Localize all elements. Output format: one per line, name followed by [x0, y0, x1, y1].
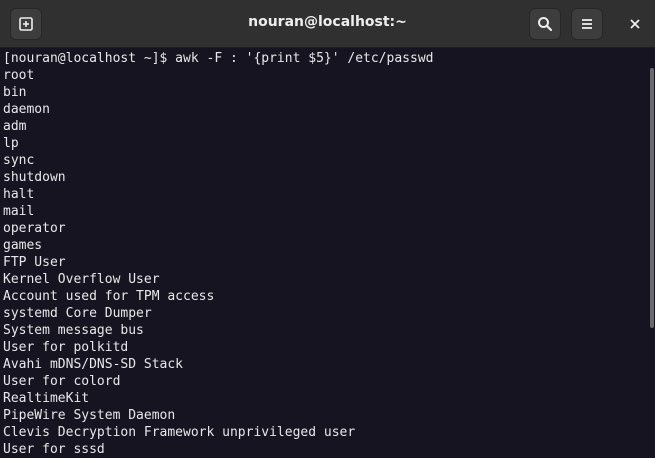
scrollbar[interactable] [647, 48, 655, 458]
output-line: sync [3, 153, 35, 168]
output-line: Account used for TPM access [3, 289, 215, 304]
search-button[interactable] [529, 8, 561, 40]
title-bar: nouran@localhost:~ [0, 0, 655, 48]
close-icon [629, 18, 641, 30]
search-icon [537, 16, 553, 32]
output-line: operator [3, 221, 66, 236]
command-line: [nouran@localhost ~]$ awk -F : '{print $… [3, 51, 434, 66]
output-line: lp [3, 136, 19, 151]
output-line: games [3, 238, 43, 253]
output-line: shutdown [3, 170, 66, 185]
output-line: User for colord [3, 374, 121, 389]
output-line: halt [3, 187, 35, 202]
output-line: System message bus [3, 323, 144, 338]
close-button[interactable] [619, 8, 651, 40]
new-tab-button[interactable] [10, 8, 42, 40]
output-line: PipeWire System Daemon [3, 408, 176, 423]
output-line: Avahi mDNS/DNS-SD Stack [3, 357, 184, 372]
output-line: FTP User [3, 255, 66, 270]
terminal-window: nouran@localhost:~ [nouran@localhost ~]$… [0, 0, 655, 458]
menu-button[interactable] [571, 8, 603, 40]
output-line: Kernel Overflow User [3, 272, 160, 287]
output-line: bin [3, 85, 27, 100]
output-line: root [3, 68, 35, 83]
output-line: adm [3, 119, 27, 134]
hamburger-menu-icon [580, 17, 594, 31]
output-line: User for sssd [3, 442, 105, 457]
output-line: daemon [3, 102, 50, 117]
output-line: Clevis Decryption Framework unprivileged… [3, 425, 356, 440]
new-tab-icon [18, 16, 34, 32]
scrollbar-thumb[interactable] [650, 68, 654, 328]
terminal-output[interactable]: [nouran@localhost ~]$ awk -F : '{print $… [0, 48, 647, 458]
output-line: User for polkitd [3, 340, 129, 355]
output-line: mail [3, 204, 35, 219]
output-line: systemd Core Dumper [3, 306, 152, 321]
output-line: RealtimeKit [3, 391, 90, 406]
